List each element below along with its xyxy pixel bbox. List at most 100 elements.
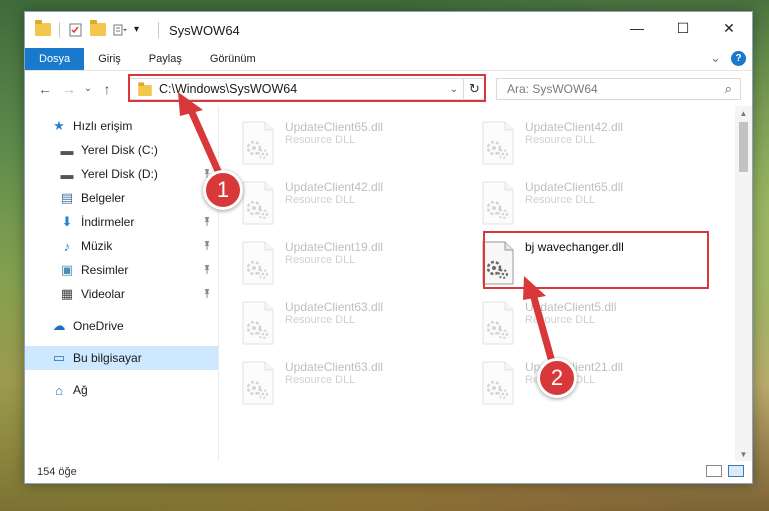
details-view-icon[interactable] — [706, 465, 722, 477]
scroll-thumb[interactable] — [739, 122, 748, 172]
pictures-icon: ▣ — [60, 262, 74, 277]
sidebar-item-label: Yerel Disk (C:) — [81, 143, 158, 157]
file-name: UpdateClient42.dll — [525, 120, 624, 134]
file-type: Resource DLL — [285, 314, 356, 326]
documents-icon: ▤ — [60, 190, 74, 205]
file-text: UpdateClient65.dll Resource DLL — [285, 120, 383, 146]
drive-icon: ▬ — [60, 142, 74, 158]
downloads-icon: ⬇ — [61, 214, 73, 229]
sidebar-item-i-ndirmeler[interactable]: ⬇ İndirmeler — [25, 210, 218, 234]
tab-home[interactable]: Giriş — [84, 48, 135, 70]
file-type: Resource DLL — [285, 254, 356, 266]
file-name: UpdateClient63.dll — [285, 360, 384, 374]
file-text: UpdateClient42.dll Resource DLL — [525, 120, 623, 146]
dll-file-icon — [239, 120, 277, 166]
file-type: Resource DLL — [285, 134, 356, 146]
properties-icon[interactable] — [68, 22, 84, 38]
pin-icon[interactable] — [202, 216, 212, 229]
back-button[interactable]: ← — [33, 81, 57, 97]
file-item[interactable]: UpdateClient63.dll Resource DLL — [239, 300, 479, 360]
pin-icon[interactable] — [202, 264, 212, 277]
file-item[interactable]: UpdateClient65.dll Resource DLL — [239, 120, 479, 180]
large-icons-view-icon[interactable] — [728, 465, 744, 477]
sidebar-item-belgeler[interactable]: ▤ Belgeler — [25, 186, 218, 210]
sidebar-item-onedrive[interactable]: ☁ OneDrive — [25, 314, 218, 338]
file-name: UpdateClient19.dll — [285, 240, 384, 254]
file-type: Resource DLL — [285, 374, 356, 386]
quick-access-toolbar: ▾ — [25, 20, 161, 38]
file-item[interactable]: UpdateClient19.dll Resource DLL — [239, 240, 479, 300]
vertical-scrollbar[interactable]: ▲ ▼ — [735, 106, 752, 461]
sidebar-item-bu-bilgisayar[interactable]: ▭ Bu bilgisayar — [25, 346, 218, 370]
new-folder-icon[interactable] — [90, 20, 106, 38]
file-item[interactable]: UpdateClient42.dll Resource DLL — [239, 180, 479, 240]
file-text: UpdateClient63.dll Resource DLL — [285, 360, 383, 386]
file-item[interactable]: UpdateClient21.dllResource DLL — [479, 360, 719, 420]
dll-file-icon — [239, 360, 277, 406]
customize-icon[interactable] — [112, 22, 128, 38]
sidebar-item-label: Videolar — [81, 287, 125, 301]
view-buttons — [706, 465, 744, 477]
sidebar-item-ağ[interactable]: ⌂ Ağ — [25, 378, 218, 402]
search-input[interactable]: Ara: SysWOW64 — [507, 82, 598, 96]
address-highlight-box — [128, 74, 486, 102]
pin-icon[interactable] — [202, 240, 212, 253]
maximize-button[interactable]: ☐ — [660, 12, 706, 44]
file-name: UpdateClient65.dll — [285, 120, 384, 134]
tab-share[interactable]: Paylaş — [135, 48, 196, 70]
file-item[interactable]: UpdateClient42.dll Resource DLL — [479, 120, 719, 180]
file-name: UpdateClient63.dll — [285, 300, 384, 314]
navigation-pane: ★ Hızlı erişim ▬ Yerel Disk (C:) ▬ Yerel Disk… — [25, 106, 219, 461]
sidebar-item-label: Hızlı erişim — [73, 119, 133, 133]
help-icon[interactable]: ? — [731, 50, 746, 66]
drive-icon: ▬ — [60, 166, 74, 182]
folder-icon — [35, 20, 51, 38]
file-item[interactable]: UpdateClient63.dll Resource DLL — [239, 360, 479, 420]
sidebar-item-yerel-disk-c-[interactable]: ▬ Yerel Disk (C:) — [25, 138, 218, 162]
sidebar-item-label: Ağ — [73, 383, 88, 397]
status-bar: 154 öğe — [25, 461, 752, 483]
videos-icon: ▦ — [60, 286, 74, 301]
title-bar: ▾ SysWOW64 — ☐ ✕ — [25, 12, 752, 48]
file-item[interactable]: UpdateClient5.dll Resource DLL — [479, 300, 719, 360]
tab-view[interactable]: Görünüm — [196, 48, 270, 70]
sidebar-item-hızlı-erişim[interactable]: ★ Hızlı erişim — [25, 114, 218, 138]
ribbon-right: ⌄ ? — [710, 50, 746, 66]
sidebar-item-label: Yerel Disk (D:) — [81, 167, 158, 181]
file-explorer-window: ▾ SysWOW64 — ☐ ✕ Dosya Giriş Paylaş Görü… — [24, 11, 753, 484]
scroll-down-icon[interactable]: ▼ — [735, 450, 752, 459]
sidebar-item-label: OneDrive — [73, 319, 124, 333]
pin-icon[interactable] — [202, 144, 212, 157]
scroll-up-icon[interactable]: ▲ — [735, 109, 752, 118]
dll-file-icon — [239, 240, 277, 286]
sidebar-item-label: İndirmeler — [81, 215, 135, 229]
sidebar-item-resimler[interactable]: ▣ Resimler — [25, 258, 218, 282]
sidebar-item-videolar[interactable]: ▦ Videolar — [25, 282, 218, 306]
computer-icon: ▭ — [52, 350, 66, 365]
chevron-down-icon[interactable]: ⌄ — [710, 50, 721, 66]
sidebar-item-müzik[interactable]: ♪ Müzik — [25, 234, 218, 258]
file-text: UpdateClient65.dll Resource DLL — [525, 180, 623, 206]
up-button[interactable]: ↑ — [95, 81, 119, 97]
sidebar-item-yerel-disk-d-[interactable]: ▬ Yerel Disk (D:) — [25, 162, 218, 186]
file-name: UpdateClient42.dll — [285, 180, 384, 194]
recent-locations-button[interactable]: ⌄ — [81, 83, 95, 94]
music-icon: ♪ — [63, 238, 71, 254]
tab-file[interactable]: Dosya — [25, 48, 85, 70]
file-text: UpdateClient5.dll Resource DLL — [525, 300, 616, 326]
close-button[interactable]: ✕ — [706, 12, 752, 44]
sidebar-item-label: Müzik — [81, 239, 113, 253]
file-name: UpdateClient5.dll — [525, 300, 617, 314]
window-controls: — ☐ ✕ — [614, 12, 752, 44]
search-box[interactable]: Ara: SysWOW64 ⌕ — [496, 78, 741, 100]
file-text: UpdateClient63.dll Resource DLL — [285, 300, 383, 326]
dll-file-icon — [479, 120, 517, 166]
chevron-down-icon[interactable]: ▾ — [134, 22, 150, 38]
minimize-button[interactable]: — — [614, 12, 660, 44]
ribbon-tabs: Dosya Giriş Paylaş Görünüm ⌄ ? — [25, 48, 752, 70]
file-type: Resource DLL — [525, 314, 596, 326]
file-highlight-box — [483, 231, 709, 289]
forward-button[interactable]: → — [57, 81, 81, 97]
pin-icon[interactable] — [202, 288, 212, 301]
